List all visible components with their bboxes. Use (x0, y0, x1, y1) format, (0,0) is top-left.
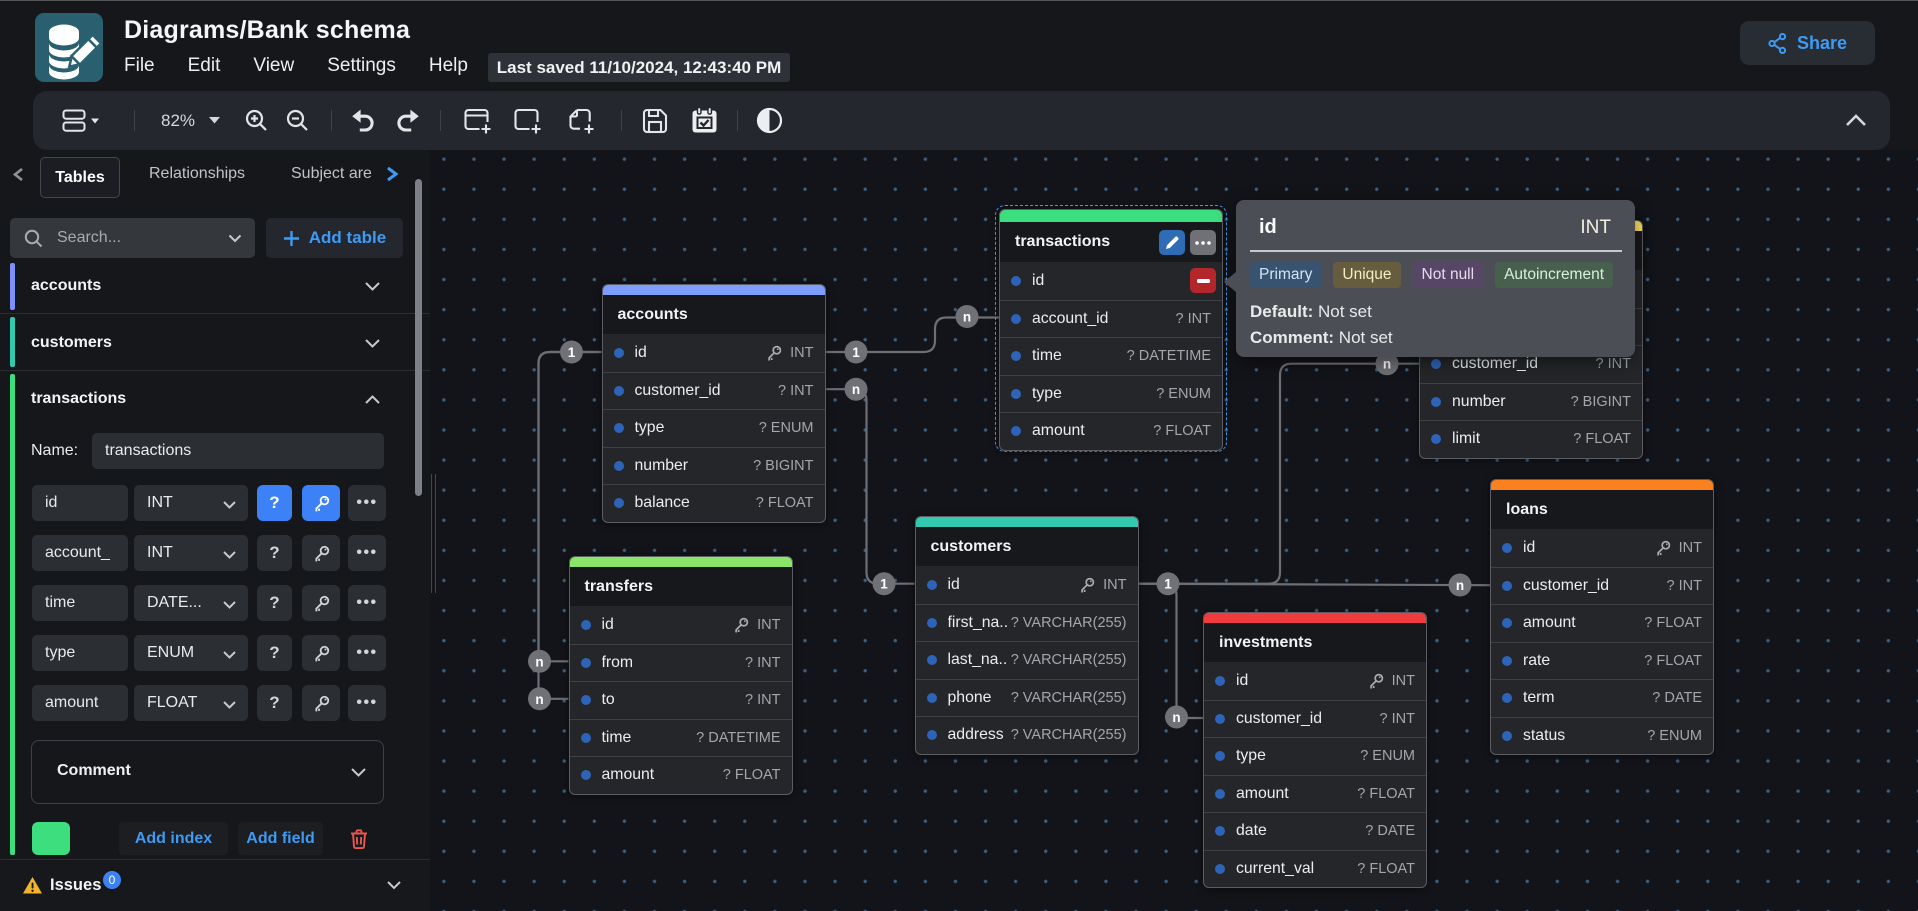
svg-text:n: n (1383, 357, 1391, 372)
svg-text:n: n (1172, 710, 1180, 725)
svg-text:1: 1 (1164, 577, 1172, 592)
svg-text:n: n (963, 310, 971, 325)
svg-text:n: n (1456, 578, 1464, 593)
svg-text:n: n (535, 692, 543, 707)
svg-text:n: n (852, 382, 860, 397)
svg-text:1: 1 (852, 345, 860, 360)
svg-text:1: 1 (880, 577, 888, 592)
svg-text:1: 1 (568, 345, 576, 360)
svg-text:n: n (535, 654, 543, 669)
